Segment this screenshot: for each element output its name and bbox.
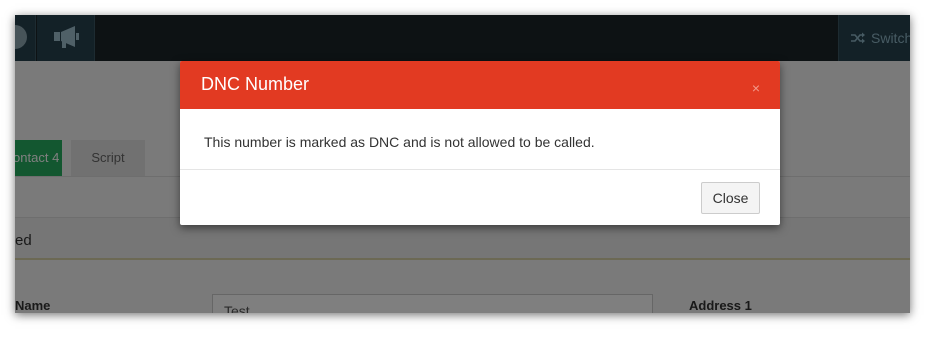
close-icon[interactable]: × xyxy=(752,80,760,96)
modal-title: DNC Number xyxy=(201,74,310,94)
modal-header: DNC Number × xyxy=(180,61,780,109)
close-button[interactable]: Close xyxy=(701,182,760,214)
dnc-number-modal: DNC Number × This number is marked as DN… xyxy=(180,61,780,225)
modal-message: This number is marked as DNC and is not … xyxy=(204,134,595,150)
modal-body: This number is marked as DNC and is not … xyxy=(180,109,780,170)
app-window: Switch Contact 4 Script ed Name Test Add… xyxy=(15,15,910,313)
